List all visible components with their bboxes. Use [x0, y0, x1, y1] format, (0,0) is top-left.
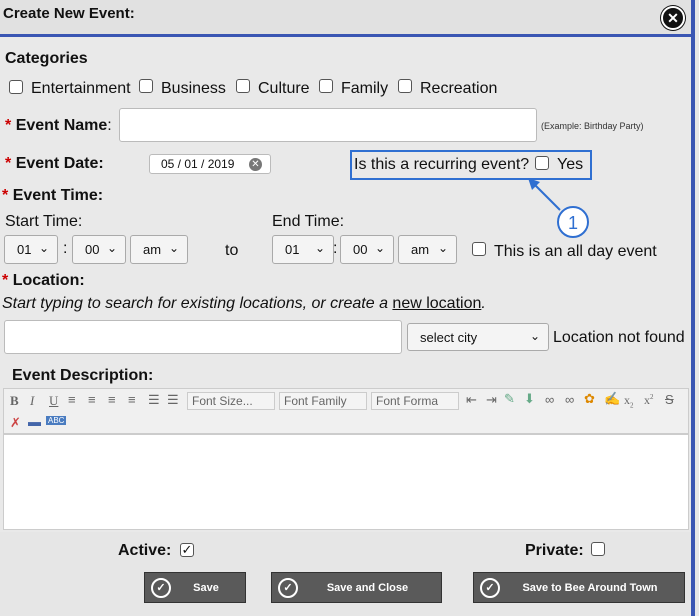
category-checkbox-entertainment[interactable] [9, 80, 23, 94]
category-checkbox-business[interactable] [139, 79, 153, 93]
event-description-label: Event Description: [12, 367, 154, 384]
ordered-list-icon[interactable]: ☰ [148, 392, 160, 408]
category-label: Business [161, 80, 226, 97]
all-day-checkbox[interactable] [472, 242, 486, 256]
create-event-dialog: Create New Event: ✕ Categories Entertain… [0, 0, 695, 616]
active-checkbox[interactable]: ✓ [180, 543, 194, 557]
category-checkbox-family[interactable] [319, 79, 333, 93]
align-left-icon[interactable]: ≡ [68, 392, 76, 407]
remove-format-icon[interactable]: ✗ [10, 415, 21, 431]
recurring-checkbox[interactable] [535, 156, 549, 170]
annotation-callout: 1 [557, 206, 589, 238]
bold-button[interactable]: B [10, 393, 19, 409]
chevron-down-icon: ⌄ [314, 241, 325, 255]
outdent-icon[interactable]: ⇤ [466, 392, 477, 408]
subscript-button[interactable]: x2 [624, 393, 634, 409]
chevron-down-icon: ⌄ [106, 241, 117, 255]
location-input[interactable] [4, 320, 402, 354]
private-label: Private: [525, 542, 584, 559]
link-icon[interactable]: ∞ [545, 392, 554, 407]
close-icon[interactable]: ✕ [661, 6, 685, 30]
category-label: Culture [258, 80, 310, 97]
edit-html-icon[interactable]: ✍ [604, 391, 620, 407]
chevron-down-icon: ⌄ [38, 241, 49, 255]
start-minute-select[interactable]: 00 ⌄ [72, 235, 126, 264]
required-marker: * [5, 117, 12, 134]
unlink-icon[interactable]: ∞ [565, 392, 574, 407]
categories-heading: Categories [5, 50, 88, 67]
event-date-label: * Event Date: [5, 155, 104, 172]
font-family-select[interactable]: Font Family [279, 392, 367, 410]
recurring-question: Is this a recurring event? [354, 156, 530, 173]
all-day-label: This is an all day event [494, 243, 657, 260]
location-not-found: Location not found [553, 329, 685, 346]
category-label: Recreation [420, 80, 498, 97]
to-label: to [225, 242, 239, 259]
align-right-icon[interactable]: ≡ [108, 392, 116, 407]
time-separator: : [333, 240, 338, 257]
horizontal-rule-icon[interactable]: ▬ [28, 414, 41, 429]
location-hint: Start typing to search for existing loca… [2, 295, 486, 312]
dialog-title: Create New Event: [3, 5, 135, 22]
chevron-down-icon: ⌄ [374, 241, 385, 255]
category-checkbox-recreation[interactable] [398, 79, 412, 93]
dialog-titlebar: Create New Event: ✕ [0, 0, 691, 37]
location-label: * Location: [2, 272, 85, 289]
paste-text-icon[interactable]: ✎ [504, 391, 515, 407]
italic-button[interactable]: I [30, 393, 34, 409]
event-time-label: * Event Time: [2, 187, 104, 204]
image-icon[interactable]: ✿ [584, 391, 595, 407]
chevron-down-icon: ⌄ [437, 241, 448, 255]
end-minute-select[interactable]: 00 ⌄ [340, 235, 394, 264]
category-checkbox-culture[interactable] [236, 79, 250, 93]
city-select[interactable]: select city ⌄ [407, 323, 549, 351]
align-center-icon[interactable]: ≡ [88, 392, 96, 407]
paste-word-icon[interactable]: ⬇ [524, 391, 535, 407]
superscript-button[interactable]: x2 [644, 393, 654, 408]
underline-button[interactable]: U [49, 393, 58, 409]
font-format-select[interactable]: Font Forma [371, 392, 459, 410]
category-label: Family [341, 80, 389, 97]
start-hour-select[interactable]: 01 ⌄ [4, 235, 58, 264]
chevron-down-icon: ⌄ [529, 329, 540, 343]
event-date-input[interactable]: 05 / 01 / 2019 ✕ [149, 154, 271, 174]
new-location-link[interactable]: new location [392, 295, 481, 312]
align-justify-icon[interactable]: ≡ [128, 392, 136, 407]
editor-toolbar: B I U ≡ ≡ ≡ ≡ ☰ ☰ Font Size... Font Fami… [3, 388, 689, 434]
event-name-label: * Event Name: [5, 117, 112, 134]
event-name-example: (Example: Birthday Party) [541, 121, 644, 131]
end-hour-select[interactable]: 01 ⌄ [272, 235, 334, 264]
start-ampm-select[interactable]: am ⌄ [130, 235, 188, 264]
strikethrough-icon[interactable]: S [665, 392, 674, 407]
char-map-icon[interactable]: ABC [46, 416, 67, 425]
indent-icon[interactable]: ⇥ [486, 392, 497, 408]
clear-date-icon[interactable]: ✕ [249, 158, 262, 171]
save-to-bee-around-town-button[interactable]: ✓ Save to Bee Around Town [473, 572, 685, 603]
private-checkbox[interactable] [591, 542, 605, 556]
event-name-input[interactable] [119, 108, 537, 142]
unordered-list-icon[interactable]: ☰ [167, 392, 179, 408]
active-label: Active: [118, 542, 172, 559]
font-size-select[interactable]: Font Size... [187, 392, 275, 410]
start-time-label: Start Time: [5, 213, 83, 230]
recurring-yes-label: Yes [557, 156, 584, 173]
event-description-editor[interactable] [3, 434, 689, 530]
end-ampm-select[interactable]: am ⌄ [398, 235, 457, 264]
chevron-down-icon: ⌄ [168, 241, 179, 255]
time-separator: : [63, 240, 68, 257]
save-button[interactable]: ✓ Save [144, 572, 246, 603]
category-label: Entertainment [31, 80, 131, 97]
end-time-label: End Time: [272, 213, 345, 230]
save-and-close-button[interactable]: ✓ Save and Close [271, 572, 442, 603]
